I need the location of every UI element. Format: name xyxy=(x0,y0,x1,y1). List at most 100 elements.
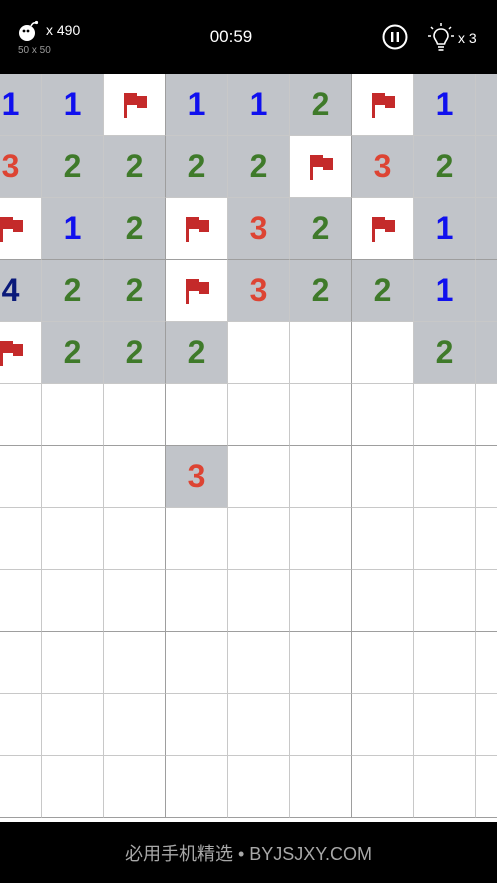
unrevealed-cell[interactable] xyxy=(42,632,104,694)
number-cell[interactable]: 2 xyxy=(166,322,228,384)
pause-button[interactable] xyxy=(382,24,408,50)
number-cell[interactable]: 2 xyxy=(228,136,290,198)
unrevealed-cell[interactable] xyxy=(352,694,414,756)
unrevealed-cell[interactable] xyxy=(166,570,228,632)
unrevealed-cell[interactable] xyxy=(352,570,414,632)
unrevealed-cell[interactable] xyxy=(414,756,476,818)
unrevealed-cell[interactable] xyxy=(352,322,414,384)
unrevealed-cell[interactable] xyxy=(104,694,166,756)
unrevealed-cell[interactable] xyxy=(104,632,166,694)
unrevealed-cell[interactable] xyxy=(0,446,42,508)
unrevealed-cell[interactable] xyxy=(42,384,104,446)
flagged-cell[interactable] xyxy=(352,74,414,136)
unrevealed-cell[interactable] xyxy=(476,384,497,446)
unrevealed-cell[interactable] xyxy=(290,756,352,818)
unrevealed-cell[interactable] xyxy=(166,632,228,694)
unrevealed-cell[interactable] xyxy=(166,694,228,756)
flagged-cell[interactable] xyxy=(166,260,228,322)
number-cell[interactable]: 1 xyxy=(42,198,104,260)
revealed-cell[interactable] xyxy=(476,322,497,384)
unrevealed-cell[interactable] xyxy=(290,508,352,570)
unrevealed-cell[interactable] xyxy=(352,508,414,570)
unrevealed-cell[interactable] xyxy=(228,322,290,384)
number-cell[interactable]: 1 xyxy=(228,74,290,136)
unrevealed-cell[interactable] xyxy=(228,508,290,570)
number-cell[interactable]: 2 xyxy=(414,322,476,384)
unrevealed-cell[interactable] xyxy=(0,632,42,694)
unrevealed-cell[interactable] xyxy=(476,508,497,570)
flagged-cell[interactable] xyxy=(352,198,414,260)
unrevealed-cell[interactable] xyxy=(414,384,476,446)
number-cell[interactable]: 4 xyxy=(0,260,42,322)
unrevealed-cell[interactable] xyxy=(104,446,166,508)
unrevealed-cell[interactable] xyxy=(414,694,476,756)
unrevealed-cell[interactable] xyxy=(0,756,42,818)
hint-button[interactable]: x 3 xyxy=(428,23,484,53)
unrevealed-cell[interactable] xyxy=(0,570,42,632)
revealed-cell[interactable] xyxy=(476,136,497,198)
number-cell[interactable]: 1 xyxy=(414,260,476,322)
number-cell[interactable]: 2 xyxy=(414,136,476,198)
unrevealed-cell[interactable] xyxy=(228,446,290,508)
unrevealed-cell[interactable] xyxy=(290,322,352,384)
flagged-cell[interactable] xyxy=(104,74,166,136)
unrevealed-cell[interactable] xyxy=(290,446,352,508)
unrevealed-cell[interactable] xyxy=(290,632,352,694)
unrevealed-cell[interactable] xyxy=(352,756,414,818)
revealed-cell[interactable] xyxy=(476,198,497,260)
unrevealed-cell[interactable] xyxy=(476,632,497,694)
unrevealed-cell[interactable] xyxy=(0,694,42,756)
number-cell[interactable]: 2 xyxy=(104,260,166,322)
unrevealed-cell[interactable] xyxy=(166,508,228,570)
unrevealed-cell[interactable] xyxy=(42,446,104,508)
revealed-cell[interactable] xyxy=(476,260,497,322)
unrevealed-cell[interactable] xyxy=(228,756,290,818)
unrevealed-cell[interactable] xyxy=(104,384,166,446)
number-cell[interactable]: 1 xyxy=(414,74,476,136)
unrevealed-cell[interactable] xyxy=(414,446,476,508)
number-cell[interactable]: 1 xyxy=(166,74,228,136)
unrevealed-cell[interactable] xyxy=(290,384,352,446)
unrevealed-cell[interactable] xyxy=(476,756,497,818)
number-cell[interactable]: 3 xyxy=(0,136,42,198)
number-cell[interactable]: 1 xyxy=(42,74,104,136)
flagged-cell[interactable] xyxy=(0,322,42,384)
number-cell[interactable]: 3 xyxy=(352,136,414,198)
unrevealed-cell[interactable] xyxy=(228,384,290,446)
unrevealed-cell[interactable] xyxy=(42,570,104,632)
revealed-cell[interactable] xyxy=(476,74,497,136)
unrevealed-cell[interactable] xyxy=(414,570,476,632)
number-cell[interactable]: 2 xyxy=(166,136,228,198)
number-cell[interactable]: 2 xyxy=(104,198,166,260)
unrevealed-cell[interactable] xyxy=(290,570,352,632)
number-cell[interactable]: 2 xyxy=(42,260,104,322)
unrevealed-cell[interactable] xyxy=(476,570,497,632)
flagged-cell[interactable] xyxy=(290,136,352,198)
number-cell[interactable]: 3 xyxy=(228,260,290,322)
unrevealed-cell[interactable] xyxy=(42,508,104,570)
unrevealed-cell[interactable] xyxy=(290,694,352,756)
number-cell[interactable]: 2 xyxy=(42,322,104,384)
unrevealed-cell[interactable] xyxy=(104,756,166,818)
unrevealed-cell[interactable] xyxy=(352,384,414,446)
number-cell[interactable]: 3 xyxy=(166,446,228,508)
unrevealed-cell[interactable] xyxy=(476,694,497,756)
number-cell[interactable]: 2 xyxy=(290,260,352,322)
unrevealed-cell[interactable] xyxy=(228,632,290,694)
flagged-cell[interactable] xyxy=(166,198,228,260)
unrevealed-cell[interactable] xyxy=(352,446,414,508)
unrevealed-cell[interactable] xyxy=(352,632,414,694)
number-cell[interactable]: 2 xyxy=(104,136,166,198)
unrevealed-cell[interactable] xyxy=(0,384,42,446)
number-cell[interactable]: 2 xyxy=(352,260,414,322)
unrevealed-cell[interactable] xyxy=(42,694,104,756)
unrevealed-cell[interactable] xyxy=(104,570,166,632)
number-cell[interactable]: 2 xyxy=(290,74,352,136)
number-cell[interactable]: 1 xyxy=(0,74,42,136)
unrevealed-cell[interactable] xyxy=(228,694,290,756)
unrevealed-cell[interactable] xyxy=(104,508,166,570)
number-cell[interactable]: 2 xyxy=(42,136,104,198)
number-cell[interactable]: 2 xyxy=(290,198,352,260)
unrevealed-cell[interactable] xyxy=(228,570,290,632)
number-cell[interactable]: 3 xyxy=(228,198,290,260)
